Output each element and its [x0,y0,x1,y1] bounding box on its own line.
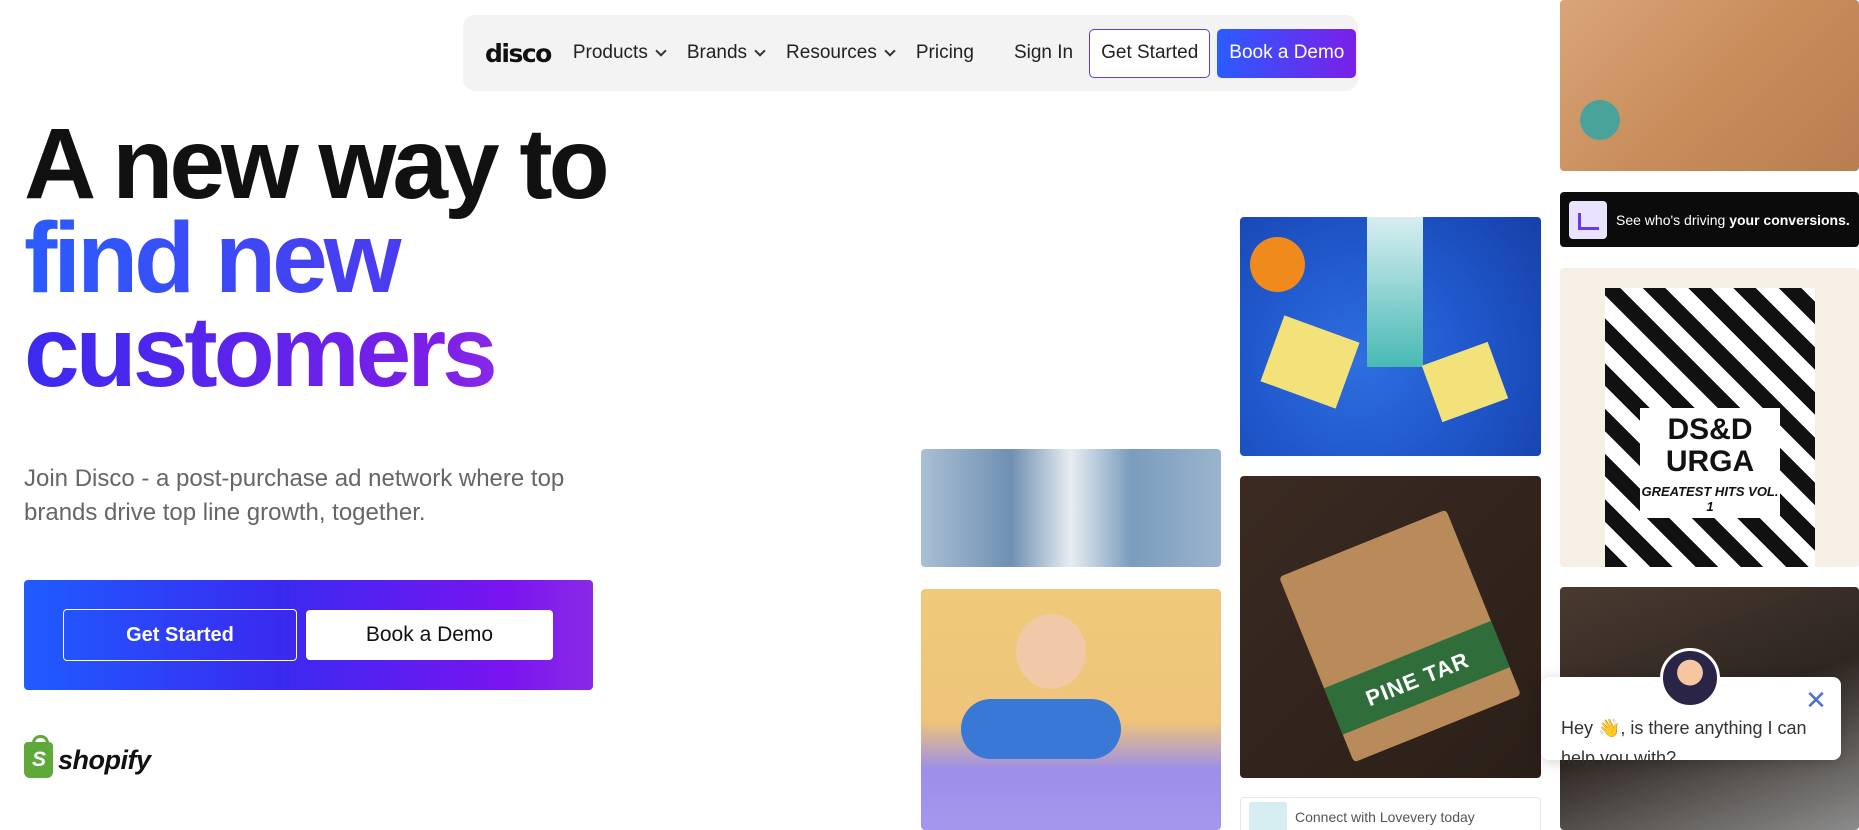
chevron-down-icon [754,44,766,57]
top-nav: disco Products Brands Resources Pricing … [463,15,1358,91]
nav-book-demo-button[interactable]: Book a Demo [1217,28,1357,78]
nav-item-label: Pricing [915,42,974,63]
hero-get-started-button[interactable]: Get Started [63,609,297,661]
nav-get-started-button[interactable]: Get Started [1089,28,1211,78]
disco-logo[interactable]: disco [485,39,552,68]
conversions-banner-text: See who's driving your conversions. [1616,212,1850,228]
lovevery-card[interactable]: Connect with Lovevery today [1240,797,1541,830]
chevron-down-icon [884,44,896,57]
record-subtitle: GREATEST HITS VOL. 1 [1641,484,1779,514]
pineapple-shape [1421,341,1509,423]
conversions-banner-prefix: See who's driving [1616,211,1730,228]
hero-title-line-1: A new way to [24,108,610,220]
hero-book-demo-button[interactable]: Book a Demo [306,610,553,660]
hero-subtitle: Join Disco - a post-purchase ad network … [24,465,565,526]
orange-shape [1250,237,1305,292]
chat-agent-avatar [1660,648,1720,708]
record-sleeve-image: DS&D URGA GREATEST HITS VOL. 1 [1560,268,1859,567]
denim-bags-image [921,449,1221,567]
hero-title: A new way to find new customers [24,108,610,402]
shopify-bag-icon: S [24,735,53,778]
sign-in-link[interactable]: Sign In [1014,42,1073,64]
pouch-mark-shape [1580,100,1620,140]
hero-title-line-2: find new [24,208,606,308]
highchair-tray-shape [961,699,1121,759]
nav-item-brands[interactable]: Brands [686,42,766,64]
record-title: DS&D URGA [1665,413,1755,478]
hero-title-line-3: customers [24,302,606,402]
close-icon[interactable]: ✕ [1804,687,1828,713]
squatch-soap-image: PINE TAR [1240,476,1541,778]
blueland-pouches-image [1560,0,1859,171]
nav-item-label: Brands [686,42,748,63]
conversions-banner-bold: your conversions. [1729,211,1850,228]
nav-item-pricing[interactable]: Pricing [916,42,974,64]
hydration-packet-shape [1367,217,1423,367]
lovevery-card-text: Connect with Lovevery today [1295,809,1475,825]
chart-growth-icon [1569,200,1607,239]
chevron-down-icon [655,44,667,57]
shopify-wordmark: shopify [58,744,151,775]
hydration-fruit-image [1240,217,1541,456]
lovevery-thumbnail [1249,802,1287,830]
nav-item-label: Resources [786,42,877,63]
shopify-bag-letter: S [32,748,47,771]
baby-head-shape [1016,614,1086,689]
chat-message: Hey 👋, is there anything I can help you … [1561,718,1807,768]
nav-item-resources[interactable]: Resources [786,42,896,64]
record-title-box: DS&D URGA GREATEST HITS VOL. 1 [1640,408,1780,518]
soap-box-shape: PINE TAR [1279,509,1521,763]
baby-highchair-image [921,589,1221,830]
pineapple-shape [1260,315,1360,409]
nav-item-label: Products [572,42,648,63]
shopify-logo: S shopify [24,735,151,778]
cta-panel: Get Started Book a Demo [24,580,593,690]
nav-item-products[interactable]: Products [572,42,667,64]
conversions-banner[interactable]: See who's driving your conversions. [1560,192,1859,247]
